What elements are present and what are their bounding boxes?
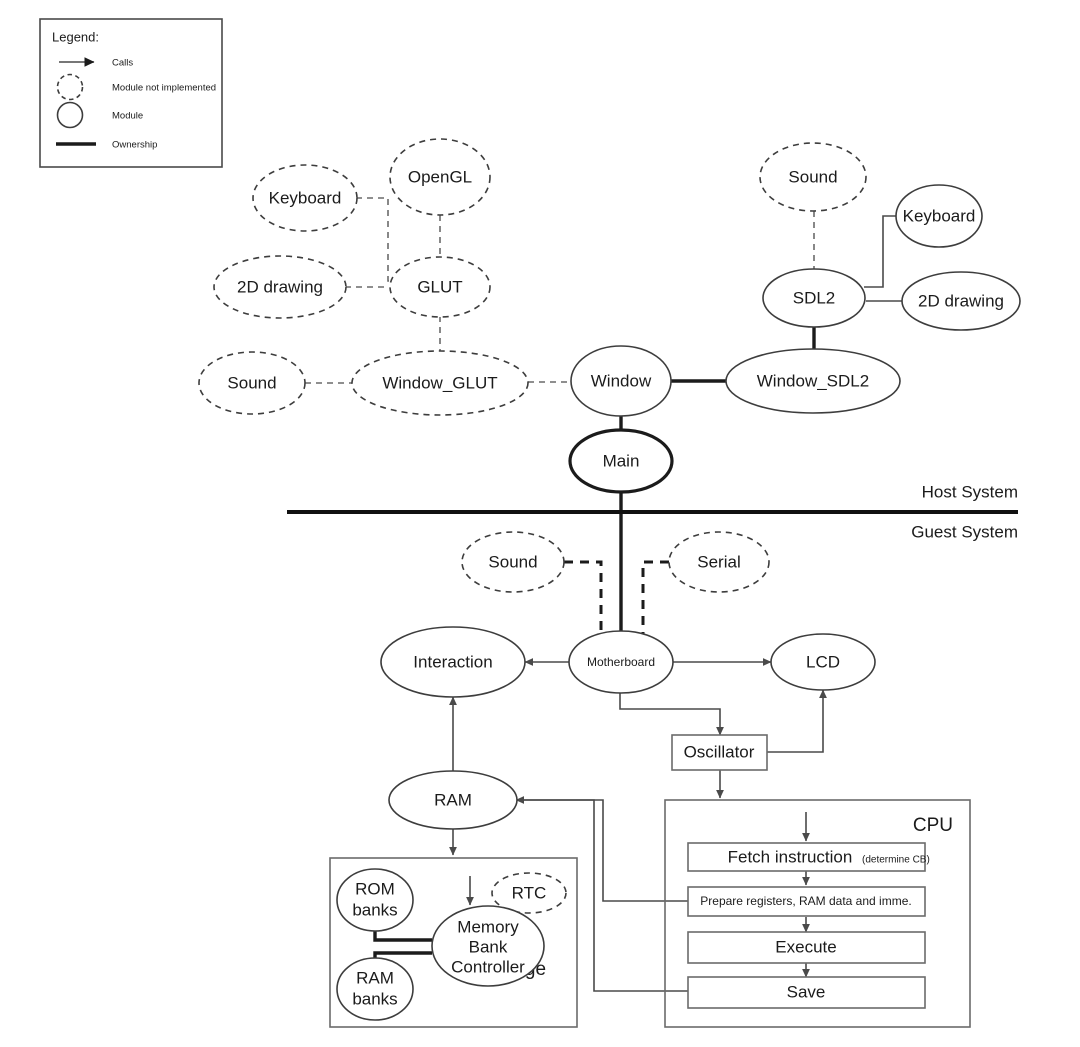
node-oscillator[interactable]: Oscillator: [671, 734, 768, 771]
legend-item-label: Module not implemented: [112, 83, 216, 94]
node-label: Window_SDL2: [757, 371, 869, 390]
node-label: Keyboard: [269, 188, 342, 207]
legend-item-label: Calls: [112, 58, 133, 69]
node-label-line2: Bank: [469, 937, 508, 956]
node-label-line1: Memory: [457, 917, 519, 936]
legend: Legend: Calls Module not implemented Mod…: [39, 18, 223, 168]
node-opengl[interactable]: OpenGL: [389, 138, 491, 216]
legend-title: Legend:: [52, 29, 99, 44]
node-sound-glut[interactable]: Sound: [198, 351, 306, 415]
node-interaction[interactable]: Interaction: [380, 626, 526, 698]
cpu-stage-sublabel: (determine CB): [862, 855, 930, 866]
cpu-stage-label: Prepare registers, RAM data and imme.: [700, 894, 911, 908]
architecture-diagram: Legend: Calls Module not implemented Mod…: [0, 0, 1080, 1047]
node-label: RAM: [434, 790, 472, 809]
node-main[interactable]: Main: [568, 428, 674, 494]
node-label: Keyboard: [903, 206, 976, 225]
node-glut[interactable]: GLUT: [389, 256, 491, 318]
circle-icon: [56, 101, 84, 129]
dashed-circle-icon: [56, 73, 84, 101]
node-memory-bank-controller[interactable]: Memory Bank Controller: [431, 905, 545, 987]
node-label-line1: RAM: [356, 968, 394, 987]
node-rom-banks[interactable]: ROM banks: [336, 868, 414, 932]
legend-item-label: Module: [112, 111, 143, 122]
node-label-line2: banks: [352, 900, 397, 919]
node-label: Main: [603, 451, 640, 470]
node-lcd[interactable]: LCD: [770, 633, 876, 691]
node-label: 2D drawing: [918, 291, 1004, 310]
node-label: 2D drawing: [237, 277, 323, 296]
node-2d-drawing-glut[interactable]: 2D drawing: [213, 255, 347, 319]
cpu-stage-label: Execute: [775, 937, 836, 956]
node-label: Motherboard: [587, 655, 655, 669]
cpu-stage-label: Fetch instruction: [728, 847, 853, 866]
legend-item-label: Ownership: [112, 140, 157, 151]
cpu-stage-fetch-instruction[interactable]: Fetch instruction (determine CB): [687, 842, 930, 872]
node-label: LCD: [806, 652, 840, 671]
node-label: Window: [591, 371, 652, 390]
node-label: Interaction: [413, 652, 492, 671]
cpu-stage-label: Save: [787, 982, 826, 1001]
cpu-stage-execute[interactable]: Execute: [687, 931, 926, 964]
node-label: Window_GLUT: [382, 373, 497, 392]
node-sound-guest[interactable]: Sound: [461, 531, 565, 593]
node-sound-sdl2[interactable]: Sound: [759, 142, 867, 212]
node-label: RTC: [512, 883, 547, 902]
node-sdl2[interactable]: SDL2: [762, 268, 866, 328]
node-label: Sound: [788, 167, 837, 186]
node-keyboard-sdl2[interactable]: Keyboard: [895, 184, 983, 248]
node-serial[interactable]: Serial: [668, 531, 770, 593]
cpu-title: CPU: [913, 815, 953, 836]
node-label: GLUT: [417, 277, 462, 296]
node-window[interactable]: Window: [570, 345, 672, 417]
node-ram[interactable]: RAM: [388, 770, 518, 830]
node-label: Serial: [697, 552, 740, 571]
node-2d-drawing-sdl2[interactable]: 2D drawing: [901, 271, 1021, 331]
node-label: Sound: [488, 552, 537, 571]
node-label: Oscillator: [684, 742, 755, 761]
node-label-line3: Controller: [451, 957, 525, 976]
node-ram-banks[interactable]: RAM banks: [336, 957, 414, 1021]
node-label: OpenGL: [408, 167, 472, 186]
cpu-stage-save[interactable]: Save: [687, 976, 926, 1009]
node-window-sdl2[interactable]: Window_SDL2: [725, 348, 901, 414]
cpu-stage-prepare-registers[interactable]: Prepare registers, RAM data and imme.: [687, 886, 926, 917]
host-system-label: Host System: [922, 482, 1018, 501]
node-window-glut[interactable]: Window_GLUT: [351, 350, 529, 416]
node-motherboard[interactable]: Motherboard: [568, 630, 674, 694]
node-label: Sound: [227, 373, 276, 392]
node-label-line1: ROM: [355, 879, 395, 898]
node-label: SDL2: [793, 288, 836, 307]
guest-system-label: Guest System: [911, 522, 1018, 541]
node-keyboard-glut[interactable]: Keyboard: [252, 164, 358, 232]
node-label-line2: banks: [352, 989, 397, 1008]
